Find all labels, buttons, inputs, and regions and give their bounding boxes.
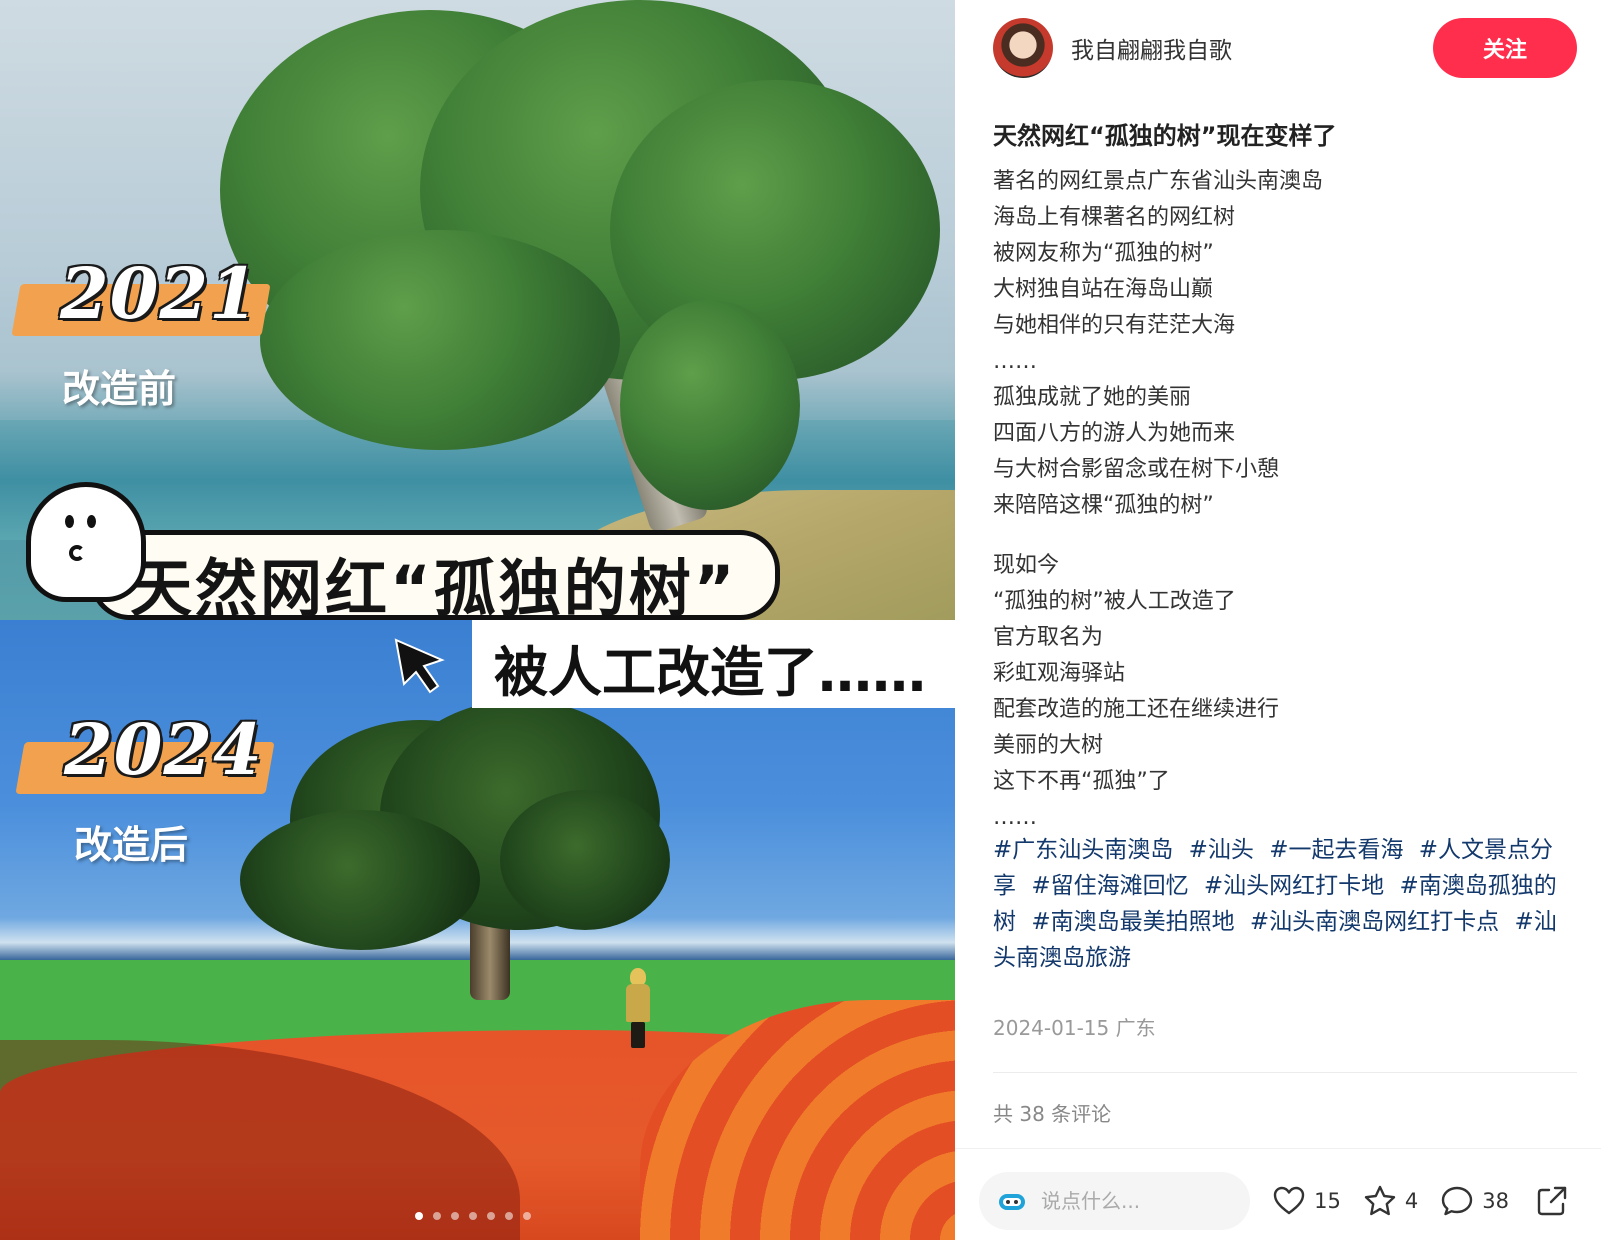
share-icon <box>1537 1186 1567 1216</box>
post-body-line: 海岛上有棵著名的网红树 <box>993 205 1236 230</box>
post-body-line: 与大树合影留念或在树下小憩 <box>993 457 1280 482</box>
tag-list: #广东汕头南澳岛 #汕头 #一起去看海 #人文景点分享 #留住海滩回忆 #汕头网… <box>993 832 1573 976</box>
ghost-icon <box>26 482 146 602</box>
author-name[interactable]: 我自翩翩我自歌 <box>1071 31 1232 65</box>
post-body-line: 美丽的大树 <box>993 733 1104 758</box>
follow-button[interactable]: 关注 <box>1433 18 1577 78</box>
hashtag-link[interactable]: #南澳岛最美拍照地 <box>1031 909 1234 935</box>
post-body-line: 四面八方的游人为她而来 <box>993 421 1236 446</box>
hashtag-link[interactable]: #广东汕头南澳岛 <box>993 837 1173 863</box>
post-body-line: 大树独自站在海岛山巅 <box>993 277 1214 302</box>
post-body-line: 配套改造的施工还在继续进行 <box>993 697 1280 722</box>
heart-icon <box>1273 1186 1305 1215</box>
avatar[interactable] <box>993 18 1053 78</box>
post-body-line: 与她相伴的只有茫茫大海 <box>993 313 1236 338</box>
hashtag-link[interactable]: #汕头网红打卡地 <box>1204 873 1384 899</box>
post-image-carousel[interactable]: 2021 改造前 2024 改造后 天然网红“孤独的树” 被人工改造了…… <box>0 0 955 1240</box>
like-button[interactable]: 15 <box>1272 1184 1341 1218</box>
year-label-before: 2021 <box>60 252 259 335</box>
carousel-dot[interactable] <box>523 1212 531 1220</box>
post-body-line: 孤独成就了她的美丽 <box>993 385 1192 410</box>
comment-button[interactable]: 38 <box>1440 1184 1509 1218</box>
post-body-line: 被网友称为“孤独的树” <box>993 241 1214 266</box>
post-body-line: …… <box>993 349 1037 374</box>
subtitle-after: 改造后 <box>74 823 189 867</box>
hashtag-link[interactable]: #一起去看海 <box>1269 837 1403 863</box>
author-row: 我自翩翩我自歌 关注 <box>993 18 1577 78</box>
comment-bubble-icon <box>1442 1186 1473 1216</box>
post-body-line <box>993 524 1573 548</box>
post-title: 天然网红“孤独的树”现在变样了 <box>993 122 1337 150</box>
post-body-line: 彩虹观海驿站 <box>993 661 1126 686</box>
star-icon <box>1364 1185 1396 1216</box>
post-location: 广东 <box>1115 1016 1156 1040</box>
hashtag-link[interactable]: #汕头南澳岛网红打卡点 <box>1250 909 1499 935</box>
post-body-line: “孤独的树”被人工改造了 <box>993 589 1236 614</box>
carousel-dot[interactable] <box>487 1212 495 1220</box>
post-body-line: 著名的网红景点广东省汕头南澳岛 <box>993 169 1324 194</box>
post-body-line: 来陪陪这棵“孤独的树” <box>993 493 1214 518</box>
post-body-line: 现如今 <box>993 553 1060 578</box>
carousel-dot[interactable] <box>415 1212 423 1220</box>
post-body: 著名的网红景点广东省汕头南澳岛 海岛上有棵著名的网红树 被网友称为“孤独的树” 大树独… <box>993 164 1573 836</box>
subtitle-before: 改造前 <box>62 367 177 411</box>
divider <box>993 1072 1577 1073</box>
avatar-sticker-icon <box>999 1194 1025 1210</box>
engagement-bar: 15 4 38 <box>979 1172 1577 1230</box>
collect-button[interactable]: 4 <box>1363 1184 1418 1218</box>
carousel-dot[interactable] <box>433 1212 441 1220</box>
comment-box[interactable] <box>979 1172 1251 1230</box>
post-body-line: 这下不再“孤独”了 <box>993 769 1170 794</box>
post-body-line: …… <box>993 805 1037 830</box>
post-body-line: 官方取名为 <box>993 625 1104 650</box>
image-caption: 被人工改造了…… <box>494 641 926 704</box>
hashtag-link[interactable]: #留住海滩回忆 <box>1031 873 1188 899</box>
post-date: 2024-01-15 <box>993 1016 1110 1040</box>
cursor-arrow-icon <box>394 638 445 694</box>
person-figure <box>626 968 650 1048</box>
bubble-text: 天然网红“孤独的树” <box>130 552 738 625</box>
share-button[interactable] <box>1535 1184 1577 1218</box>
like-count: 15 <box>1314 1189 1341 1213</box>
post-panel: 我自翩翩我自歌 关注 天然网红“孤独的树”现在变样了 著名的网红景点广东省汕头南… <box>955 0 1601 1240</box>
collect-count: 4 <box>1404 1189 1419 1213</box>
carousel-dot[interactable] <box>451 1212 459 1220</box>
comment-total-count: 38 <box>1482 1189 1509 1213</box>
carousel-dot[interactable] <box>469 1212 477 1220</box>
divider <box>955 1148 1601 1149</box>
year-label-after: 2024 <box>64 708 263 791</box>
carousel-dot[interactable] <box>505 1212 513 1220</box>
comment-input[interactable] <box>1041 1189 1241 1213</box>
comment-count: 共 38 条评论 <box>993 1102 1112 1126</box>
post-meta: 2024-01-15 广东 <box>993 1012 1156 1041</box>
note-detail: 2021 改造前 2024 改造后 天然网红“孤独的树” 被人工改造了…… 我自… <box>0 0 1601 1240</box>
hashtag-link[interactable]: #汕头 <box>1189 837 1254 863</box>
carousel-indicator <box>415 1212 531 1220</box>
